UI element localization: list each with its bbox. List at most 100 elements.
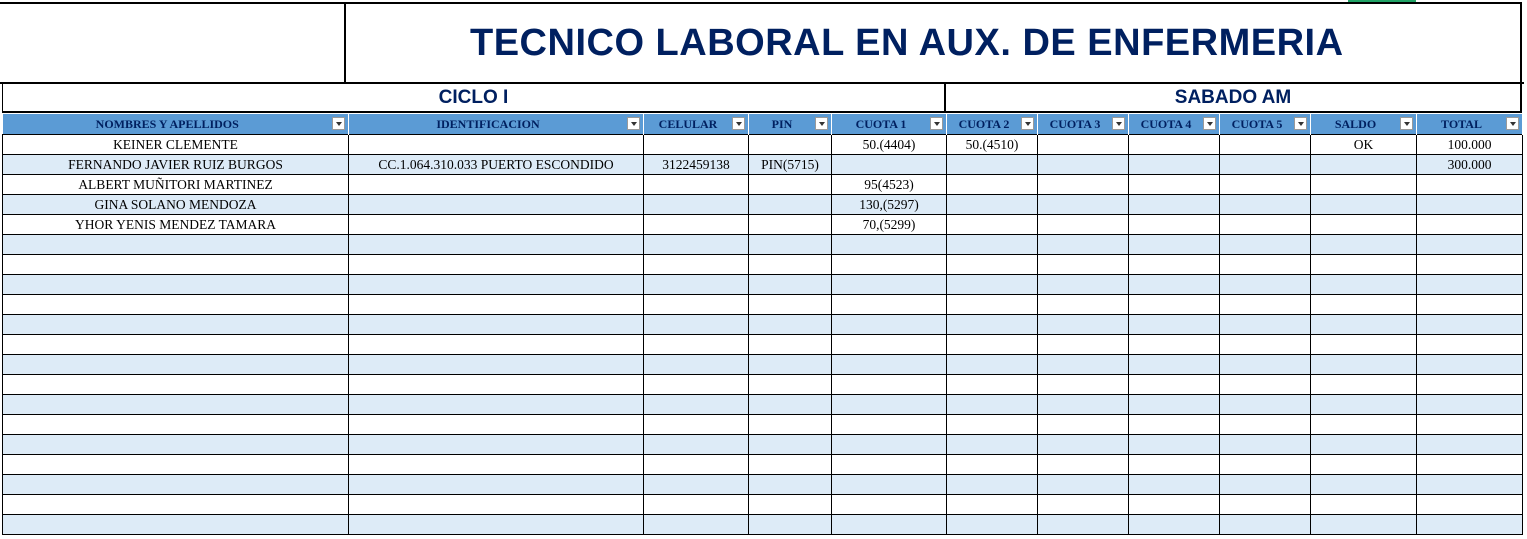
table-cell[interactable] [1219, 294, 1311, 315]
table-cell[interactable] [1037, 494, 1129, 515]
table-cell[interactable] [1416, 514, 1523, 535]
table-cell[interactable] [1416, 334, 1523, 355]
table-cell[interactable] [748, 134, 832, 155]
table-cell[interactable] [1037, 134, 1129, 155]
table-cell[interactable]: 50.(4510) [946, 134, 1038, 155]
table-cell[interactable] [348, 454, 644, 475]
table-cell[interactable] [643, 174, 749, 195]
column-header[interactable]: CUOTA 3 [1037, 114, 1129, 135]
section-ciclo[interactable]: CICLO I [2, 82, 946, 113]
table-cell[interactable] [1416, 234, 1523, 255]
table-cell[interactable] [1310, 314, 1417, 335]
table-cell[interactable] [348, 134, 644, 155]
table-cell[interactable] [1310, 154, 1417, 175]
column-header[interactable]: CUOTA 5 [1219, 114, 1311, 135]
table-cell[interactable] [1037, 194, 1129, 215]
table-cell[interactable] [2, 494, 349, 515]
table-cell[interactable] [1310, 214, 1417, 235]
table-cell[interactable] [1416, 194, 1523, 215]
table-cell[interactable] [643, 454, 749, 475]
table-cell[interactable] [348, 194, 644, 215]
table-cell[interactable] [1037, 234, 1129, 255]
table-cell[interactable] [946, 274, 1038, 295]
table-cell[interactable] [1310, 294, 1417, 315]
table-cell[interactable] [748, 174, 832, 195]
table-cell[interactable] [748, 274, 832, 295]
table-cell[interactable] [1128, 494, 1220, 515]
table-cell[interactable] [1128, 514, 1220, 535]
table-cell[interactable] [1128, 314, 1220, 335]
table-cell[interactable] [643, 394, 749, 415]
table-cell[interactable] [1128, 174, 1220, 195]
table-cell[interactable] [946, 414, 1038, 435]
table-cell[interactable] [831, 234, 947, 255]
table-cell[interactable] [1219, 414, 1311, 435]
title-cell[interactable]: TECNICO LABORAL EN AUX. DE ENFERMERIA [346, 2, 1522, 82]
section-schedule[interactable]: SABADO AM [946, 82, 1522, 113]
table-cell[interactable] [1219, 434, 1311, 455]
table-cell[interactable] [748, 454, 832, 475]
table-cell[interactable] [348, 414, 644, 435]
column-header[interactable]: NOMBRES Y APELLIDOS [2, 114, 349, 135]
table-cell[interactable] [946, 354, 1038, 375]
table-cell[interactable] [831, 154, 947, 175]
table-cell[interactable] [748, 394, 832, 415]
table-cell[interactable] [831, 314, 947, 335]
table-cell[interactable] [748, 374, 832, 395]
table-cell[interactable] [1310, 334, 1417, 355]
table-cell[interactable] [748, 474, 832, 495]
table-cell[interactable] [1310, 474, 1417, 495]
table-cell[interactable] [1128, 234, 1220, 255]
table-cell[interactable] [348, 514, 644, 535]
table-cell[interactable] [1219, 314, 1311, 335]
table-cell[interactable] [1310, 234, 1417, 255]
table-cell[interactable] [1037, 514, 1129, 535]
table-cell[interactable] [1128, 354, 1220, 375]
table-cell[interactable] [1310, 274, 1417, 295]
table-cell[interactable] [1416, 494, 1523, 515]
table-cell[interactable] [1416, 354, 1523, 375]
table-cell[interactable] [1128, 434, 1220, 455]
table-cell[interactable] [1416, 174, 1523, 195]
table-cell[interactable] [643, 434, 749, 455]
table-cell[interactable] [748, 514, 832, 535]
table-cell[interactable] [2, 274, 349, 295]
table-cell[interactable] [946, 294, 1038, 315]
table-cell[interactable]: 3122459138 [643, 154, 749, 175]
table-cell[interactable] [946, 214, 1038, 235]
table-cell[interactable] [1037, 254, 1129, 275]
table-cell[interactable] [1128, 294, 1220, 315]
table-cell[interactable] [643, 254, 749, 275]
table-cell[interactable] [643, 274, 749, 295]
table-cell[interactable] [1310, 374, 1417, 395]
table-cell[interactable] [748, 414, 832, 435]
filter-dropdown-icon[interactable] [732, 117, 745, 130]
table-cell[interactable] [643, 374, 749, 395]
filter-dropdown-icon[interactable] [1021, 117, 1034, 130]
table-cell[interactable]: FERNANDO JAVIER RUIZ BURGOS [2, 154, 349, 175]
table-cell[interactable] [1416, 394, 1523, 415]
table-cell[interactable]: CC.1.064.310.033 PUERTO ESCONDIDO [348, 154, 644, 175]
table-cell[interactable] [1037, 374, 1129, 395]
table-cell[interactable]: 130,(5297) [831, 194, 947, 215]
table-cell[interactable] [1219, 274, 1311, 295]
table-cell[interactable] [946, 154, 1038, 175]
table-cell[interactable] [348, 394, 644, 415]
table-cell[interactable] [643, 354, 749, 375]
table-cell[interactable] [1310, 454, 1417, 475]
table-cell[interactable] [748, 494, 832, 515]
table-cell[interactable] [2, 434, 349, 455]
column-header[interactable]: IDENTIFICACION [348, 114, 644, 135]
table-cell[interactable] [946, 394, 1038, 415]
column-header[interactable]: CUOTA 4 [1128, 114, 1220, 135]
table-cell[interactable] [1219, 214, 1311, 235]
table-cell[interactable] [1416, 254, 1523, 275]
table-cell[interactable] [1128, 154, 1220, 175]
table-cell[interactable] [748, 254, 832, 275]
table-cell[interactable] [1037, 454, 1129, 475]
table-cell[interactable] [1128, 394, 1220, 415]
filter-dropdown-icon[interactable] [1294, 117, 1307, 130]
table-cell[interactable] [1219, 374, 1311, 395]
table-cell[interactable] [831, 354, 947, 375]
filter-dropdown-icon[interactable] [1203, 117, 1216, 130]
